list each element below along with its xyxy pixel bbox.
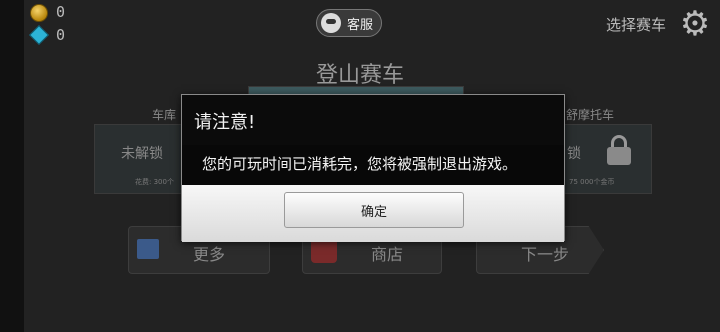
locked-status: 未解锁 [121,146,163,162]
next-label: 下一步 [521,245,570,264]
coin-icon [30,4,48,22]
vehicle-card-right[interactable]: 锁 75 000个金币 [560,124,652,194]
customer-service-button[interactable]: 客服 [316,9,382,37]
alert-dialog: 请注意! 您的可玩时间已消耗完，您将被强制退出游戏。 确定 [181,94,565,242]
settings-gear-icon[interactable]: ⚙ [676,5,714,43]
padlock-icon [607,135,631,165]
dialog-header: 请注意! [182,95,564,145]
gem-count: 0 [56,26,66,44]
support-avatar-icon [321,13,341,33]
more-label: 更多 [193,245,226,264]
dialog-title: 请注意! [194,112,256,133]
right-vehicle-caption: 舒摩托车 [566,108,615,122]
stage-title: 登山赛车 [315,63,404,88]
confirm-button[interactable]: 确定 [284,192,464,228]
left-vehicle-caption: 车库 [152,108,177,122]
locked-status: 锁 [567,146,581,162]
dialog-message: 您的可玩时间已消耗完，您将被强制退出游戏。 [202,155,518,173]
folder-icon [137,239,159,259]
shop-label: 商店 [371,245,404,264]
coin-count: 0 [56,3,66,21]
dialog-body: 您的可玩时间已消耗完，您将被强制退出游戏。 [182,145,564,185]
left-edge-strip [0,0,24,332]
gem-icon [29,25,49,45]
unlock-price: 花费: 300个 [135,178,174,186]
vehicle-card-left[interactable]: 未解锁 花费: 300个 [94,124,188,194]
customer-service-label: 客服 [347,17,374,33]
dialog-footer: 确定 [182,185,564,242]
game-screen: 0 0 客服 选择赛车 ⚙ 登山赛车 车库 舒摩托车 未解锁 花费: 300个 … [0,0,720,332]
select-vehicle-button[interactable]: 选择赛车 [606,14,666,35]
unlock-price: 75 000个金币 [569,178,615,186]
